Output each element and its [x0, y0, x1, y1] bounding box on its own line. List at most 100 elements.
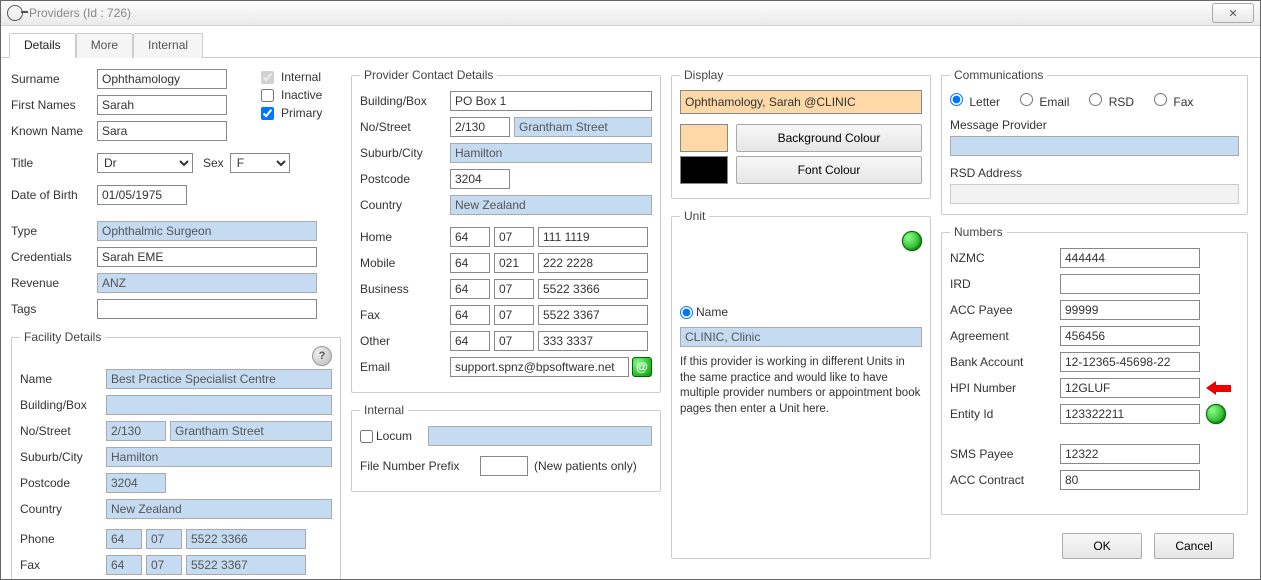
business-no[interactable] — [538, 279, 648, 299]
numbers-fieldset: Numbers NZMC IRD ACC Payee Agreement Ban… — [941, 225, 1248, 515]
surname-label: Surname — [11, 72, 97, 86]
providers-window: Providers (Id : 726) ✕ Details More Inte… — [0, 0, 1261, 580]
comms-rsd[interactable]: RSD — [1089, 93, 1134, 109]
business-ac[interactable] — [494, 279, 534, 299]
dob-input[interactable] — [97, 185, 187, 205]
contact-country-label: Country — [360, 198, 450, 212]
locum-value[interactable] — [428, 426, 652, 446]
sex-select[interactable]: F — [230, 153, 290, 173]
fax-no[interactable] — [538, 305, 648, 325]
mobile-ac[interactable] — [494, 253, 534, 273]
home-label: Home — [360, 230, 450, 244]
app-key-icon — [7, 5, 23, 21]
facility-legend: Facility Details — [20, 330, 105, 344]
facility-buildingbox-label: Building/Box — [20, 398, 106, 412]
facility-country-label: Country — [20, 502, 106, 516]
internal-cb-label: Internal — [281, 70, 321, 84]
facility-name-label: Name — [20, 372, 106, 386]
firstnames-input[interactable] — [97, 95, 227, 115]
home-ac[interactable] — [494, 227, 534, 247]
revenue-field[interactable]: ANZ — [97, 273, 317, 293]
msgprov-field[interactable] — [950, 136, 1239, 156]
facility-phone-ac: 07 — [146, 529, 182, 549]
bg-colour-button[interactable]: Background Colour — [736, 124, 922, 152]
other-no[interactable] — [538, 331, 648, 351]
contact-buildingbox[interactable] — [450, 91, 652, 111]
nzmc-input[interactable] — [1060, 248, 1200, 268]
internal-checkbox[interactable] — [261, 71, 274, 84]
hpi-input[interactable] — [1060, 378, 1200, 398]
contact-suburb-label: Suburb/City — [360, 146, 450, 160]
knownname-input[interactable] — [97, 121, 227, 141]
primary-cb-label: Primary — [281, 106, 322, 120]
facility-fax-no: 5522 3367 — [186, 555, 306, 575]
locum-label: Locum — [376, 429, 412, 443]
contact-suburb[interactable]: Hamilton — [450, 143, 652, 163]
tab-internal[interactable]: Internal — [133, 33, 203, 58]
facility-nostreet-label: No/Street — [20, 424, 106, 438]
hpi-label: HPI Number — [950, 381, 1060, 395]
acccontract-label: ACC Contract — [950, 473, 1060, 487]
entity-lookup-icon[interactable] — [1206, 404, 1226, 424]
font-colour-button[interactable]: Font Colour — [736, 156, 922, 184]
ird-input[interactable] — [1060, 274, 1200, 294]
sms-input[interactable] — [1060, 444, 1200, 464]
unit-select[interactable]: CLINIC, Clinic — [680, 327, 922, 347]
contact-country[interactable]: New Zealand — [450, 195, 652, 215]
firstnames-label: First Names — [11, 98, 97, 112]
facility-phone-label: Phone — [20, 532, 106, 546]
comms-email[interactable]: Email — [1020, 93, 1069, 109]
accpayee-input[interactable] — [1060, 300, 1200, 320]
primary-checkbox[interactable] — [261, 107, 274, 120]
fax-ac[interactable] — [494, 305, 534, 325]
unit-name-radio[interactable] — [680, 306, 693, 319]
title-select[interactable]: Dr — [97, 153, 193, 173]
credentials-label: Credentials — [11, 250, 97, 264]
email-at-icon[interactable]: @ — [632, 357, 652, 377]
acccontract-input[interactable] — [1060, 470, 1200, 490]
nzmc-label: NZMC — [950, 251, 1060, 265]
business-cc[interactable] — [450, 279, 490, 299]
filenum-input[interactable] — [480, 456, 528, 476]
bank-input[interactable] — [1060, 352, 1200, 372]
contact-postcode[interactable] — [450, 169, 510, 189]
filenum-label: File Number Prefix — [360, 459, 480, 473]
cancel-button[interactable]: Cancel — [1154, 533, 1234, 559]
window-close-button[interactable]: ✕ — [1212, 3, 1254, 23]
facility-fax-cc: 64 — [106, 555, 142, 575]
tab-details[interactable]: Details — [9, 33, 76, 58]
tab-strip: Details More Internal — [1, 26, 1260, 58]
fax-cc[interactable] — [450, 305, 490, 325]
other-ac[interactable] — [494, 331, 534, 351]
facility-fax-label: Fax — [20, 558, 106, 572]
locum-checkbox[interactable] — [360, 430, 373, 443]
inactive-checkbox[interactable] — [261, 89, 274, 102]
comms-letter[interactable]: Letter — [950, 93, 1000, 109]
home-no[interactable] — [538, 227, 648, 247]
agreement-input[interactable] — [1060, 326, 1200, 346]
tags-input[interactable] — [97, 299, 317, 319]
sms-label: SMS Payee — [950, 447, 1060, 461]
msgprov-label: Message Provider — [950, 118, 1239, 132]
unit-name-label: Name — [696, 305, 728, 319]
mobile-no[interactable] — [538, 253, 648, 273]
surname-input[interactable] — [97, 69, 227, 89]
contact-streetname[interactable]: Grantham Street — [514, 117, 652, 137]
comms-fax[interactable]: Fax — [1154, 93, 1193, 109]
internal-legend: Internal — [360, 403, 408, 417]
facility-help-icon[interactable]: ? — [312, 346, 332, 366]
ok-button[interactable]: OK — [1062, 533, 1142, 559]
credentials-input[interactable] — [97, 247, 317, 267]
email-input[interactable] — [450, 357, 629, 377]
accpayee-label: ACC Payee — [950, 303, 1060, 317]
entity-input[interactable] — [1060, 404, 1200, 424]
type-field[interactable]: Ophthalmic Surgeon — [97, 221, 317, 241]
mobile-cc[interactable] — [450, 253, 490, 273]
unit-add-icon[interactable] — [902, 231, 922, 251]
other-cc[interactable] — [450, 331, 490, 351]
facility-suburb-label: Suburb/City — [20, 450, 106, 464]
home-cc[interactable] — [450, 227, 490, 247]
contact-streetno[interactable] — [450, 117, 510, 137]
facility-streetname: Grantham Street — [170, 421, 332, 441]
tab-more[interactable]: More — [76, 33, 133, 58]
